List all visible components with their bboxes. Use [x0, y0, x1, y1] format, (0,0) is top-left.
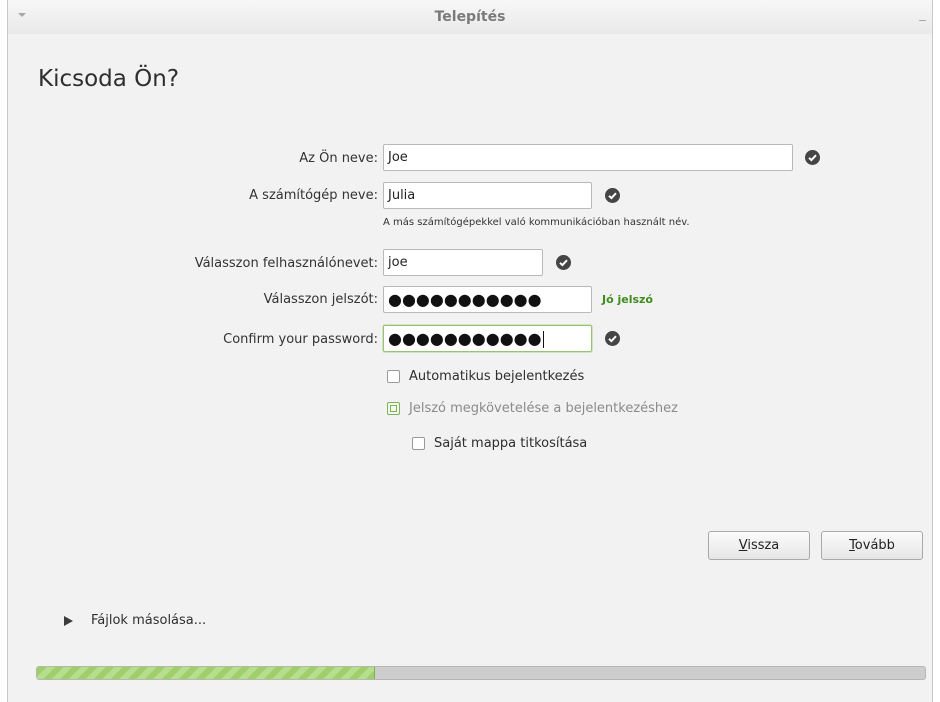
confirm-password-valid-check-icon — [605, 331, 620, 346]
confirm-password-input[interactable]: ●●●●●●●●●●● — [383, 325, 592, 352]
name-input[interactable]: Joe — [383, 144, 793, 171]
computer-name-value: Julia — [388, 188, 416, 203]
name-label: Az Ön neve: — [299, 151, 378, 166]
computer-name-valid-check-icon — [605, 188, 620, 203]
copy-files-expander[interactable]: Fájlok másolása... — [91, 613, 206, 628]
username-value: joe — [388, 255, 408, 270]
back-button[interactable]: Vissza — [708, 531, 810, 560]
require-password-label: Jelszó megkövetelése a bejelentkezéshez — [409, 401, 678, 416]
confirm-password-label: Confirm your password: — [223, 332, 378, 347]
username-input[interactable]: joe — [383, 249, 543, 276]
window-title: Telepítés — [434, 9, 506, 25]
name-valid-check-icon — [805, 150, 820, 165]
computer-name-hint: A más számítógépekkel való kommunikációb… — [383, 217, 690, 228]
back-button-label: issza — [747, 538, 780, 553]
auto-login-checkbox[interactable] — [387, 370, 400, 383]
minimize-icon[interactable] — [919, 20, 926, 21]
password-strength-label: Jó jelszó — [602, 293, 653, 306]
text-caret — [542, 331, 544, 348]
install-progress-bar — [36, 666, 926, 680]
computer-name-label: A számítógép neve: — [249, 188, 378, 203]
expander-arrow-icon[interactable] — [64, 616, 73, 626]
next-button-label: ovább — [854, 538, 895, 553]
confirm-password-value: ●●●●●●●●●●● — [388, 329, 542, 348]
install-progress-fill — [37, 667, 376, 679]
username-valid-check-icon — [556, 255, 571, 270]
require-password-radio[interactable] — [387, 402, 400, 415]
title-bar[interactable]: Telepítés — [8, 0, 932, 34]
computer-name-input[interactable]: Julia — [383, 182, 592, 209]
name-input-value: Joe — [388, 150, 408, 165]
password-label: Válasszon jelszót: — [263, 292, 378, 307]
password-input[interactable]: ●●●●●●●●●●● — [383, 286, 592, 313]
encrypt-home-checkbox[interactable] — [412, 437, 425, 450]
auto-login-label: Automatikus bejelentkezés — [409, 369, 585, 384]
encrypt-home-label: Saját mappa titkosítása — [434, 436, 587, 451]
next-button[interactable]: Tovább — [821, 531, 923, 560]
page-title: Kicsoda Ön? — [38, 66, 180, 92]
encrypt-home-label-text: Saját mappa titkosítása — [434, 436, 588, 451]
installer-window: Telepítés Kicsoda Ön? Az Ön neve: Joe A … — [7, 0, 933, 702]
password-value: ●●●●●●●●●●● — [388, 290, 542, 309]
username-label: Válasszon felhasználónevet: — [194, 256, 378, 271]
